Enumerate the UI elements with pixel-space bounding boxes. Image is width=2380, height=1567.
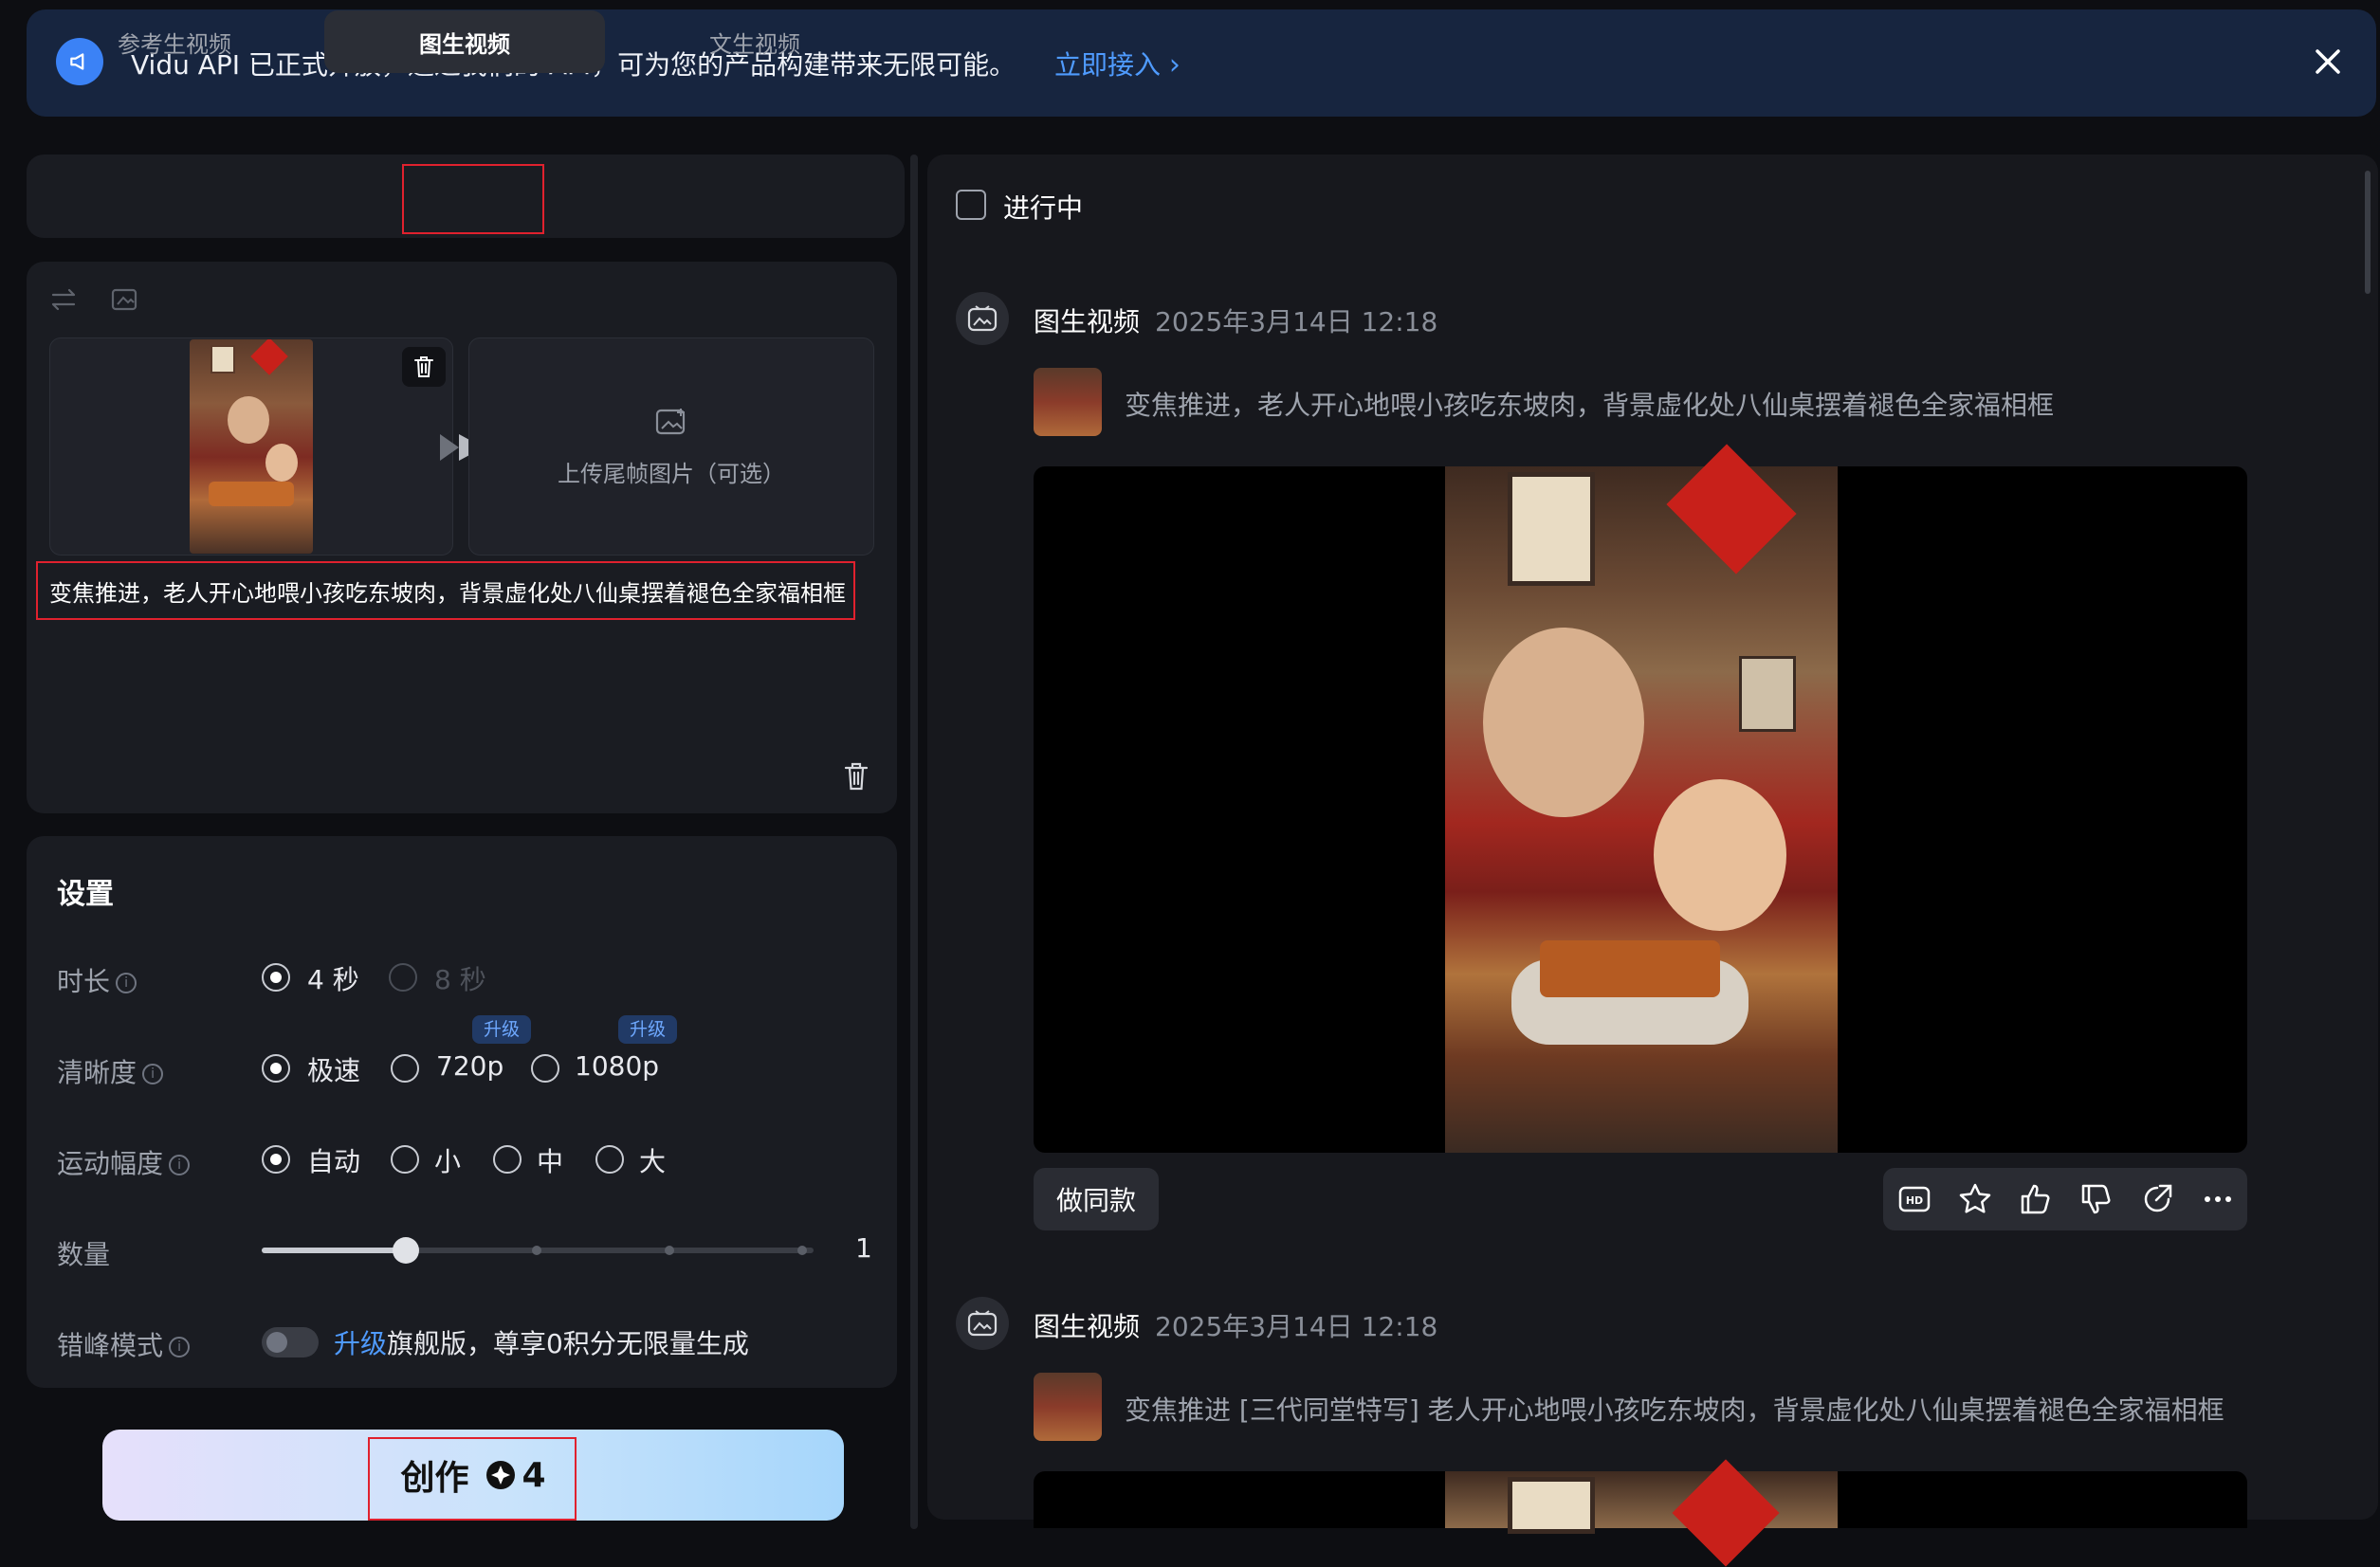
resolution-label: 清晰度 i [57,1052,164,1090]
slider-step [797,1246,807,1255]
add-image-icon [654,408,688,438]
item-thumbnail[interactable] [1034,1373,1102,1441]
settings-card [27,836,897,1388]
info-icon[interactable]: i [142,1064,164,1084]
panel-divider[interactable] [910,155,918,1529]
image-edit-icon[interactable] [110,287,138,312]
tab-text-to-video[interactable]: 文生视频 [614,10,895,73]
clear-prompt-icon[interactable] [842,760,870,793]
item-prompt: 变焦推进，老人开心地喂小孩吃东坡肉，背景虚化处八仙桌摆着褪色全家福相框 [1125,390,2055,421]
motion-auto-label: 自动 [307,1146,361,1177]
thumbs-down-icon[interactable] [2078,1181,2115,1217]
thumbs-up-icon[interactable] [2018,1181,2054,1217]
chevron-right-icon: › [1168,48,1181,82]
slider-step [665,1246,674,1255]
video-actions-bar [1883,1168,2247,1230]
motion-medium-label: 中 [537,1146,564,1177]
star-icon[interactable] [1957,1181,1993,1217]
tab-image-to-video[interactable]: 图生视频 [324,10,605,73]
item-title: 图生视频 [1034,306,1141,337]
resolution-720p-label: 720p [436,1050,504,1082]
banner-link[interactable]: 立即接入 › [1054,45,1181,82]
in-progress-checkbox[interactable] [956,190,986,220]
duration-8s-radio [389,963,417,992]
tab-reference-video[interactable]: 参考生视频 [34,10,315,73]
motion-label: 运动幅度 i [57,1143,191,1181]
item-date: 2025年3月14日 12:18 [1155,1311,1438,1342]
resolution-1080p-label: 1080p [575,1050,660,1082]
video-type-icon [956,1297,1009,1350]
duration-label: 时长 i [57,961,137,999]
hd-icon[interactable]: HD [1896,1181,1932,1217]
more-icon[interactable] [2200,1181,2236,1217]
motion-auto-radio[interactable] [262,1145,290,1174]
duration-8s-label: 8 秒 [434,964,486,995]
close-icon[interactable] [2306,40,2350,83]
video-type-icon [956,292,1009,345]
item-thumbnail[interactable] [1034,368,1102,436]
share-icon[interactable] [2139,1181,2175,1217]
slider-step [532,1246,541,1255]
video-frame[interactable] [1445,444,1838,1153]
create-button[interactable]: 创作 4 [102,1430,844,1521]
item-title: 图生视频 [1034,1311,1141,1342]
start-frame-image [190,339,313,554]
offpeak-label: 错峰模式 i [57,1325,191,1363]
duration-4s-radio[interactable] [262,963,290,992]
quantity-slider-handle[interactable] [393,1237,419,1264]
item-date: 2025年3月14日 12:18 [1155,306,1438,337]
motion-medium-radio[interactable] [493,1145,522,1174]
resolution-720p-radio[interactable] [391,1054,419,1083]
end-frame-upload[interactable] [468,337,874,556]
duration-4s-label: 4 秒 [307,964,359,995]
info-icon[interactable]: i [116,973,137,993]
delete-start-frame-button[interactable] [402,347,446,387]
resolution-1080p-radio[interactable] [531,1054,559,1083]
settings-title: 设置 [57,878,114,911]
mode-tabs [27,155,905,238]
quantity-value: 1 [855,1232,872,1264]
upgrade-badge: 升级 [472,1015,532,1044]
quantity-label: 数量 [57,1239,111,1270]
upgrade-badge: 升级 [618,1015,678,1044]
motion-small-radio[interactable] [391,1145,419,1174]
resolution-fast-label: 极速 [307,1055,361,1086]
motion-large-label: 大 [639,1146,667,1177]
offpeak-text: 升级旗舰版，尊享0积分无限量生成 [334,1328,749,1359]
credit-icon [485,1460,516,1490]
resolution-fast-radio[interactable] [262,1054,290,1083]
prompt-text[interactable]: 变焦推进，老人开心地喂小孩吃东坡肉，背景虚化处八仙桌摆着褪色全家福相框 [36,561,855,620]
scrollbar[interactable] [2365,171,2371,294]
svg-text:HD: HD [1906,1194,1923,1207]
video-frame[interactable] [1445,1459,1838,1567]
in-progress-label: 进行中 [1003,192,1084,224]
quantity-slider-fill [262,1248,406,1253]
info-icon[interactable]: i [169,1155,191,1175]
swap-icon[interactable] [49,287,78,312]
upgrade-link[interactable]: 升级 [334,1328,387,1359]
make-same-button[interactable]: 做同款 [1034,1168,1159,1230]
item-prompt: 变焦推进 [三代同堂特写] 老人开心地喂小孩吃东坡肉，背景虚化处八仙桌摆着褪色全… [1125,1394,2224,1426]
motion-large-radio[interactable] [595,1145,624,1174]
motion-small-label: 小 [434,1146,462,1177]
trash-icon [414,356,433,377]
info-icon[interactable]: i [169,1337,191,1357]
offpeak-toggle[interactable] [262,1327,319,1357]
end-frame-label: 上传尾帧图片（可选） [558,461,785,487]
